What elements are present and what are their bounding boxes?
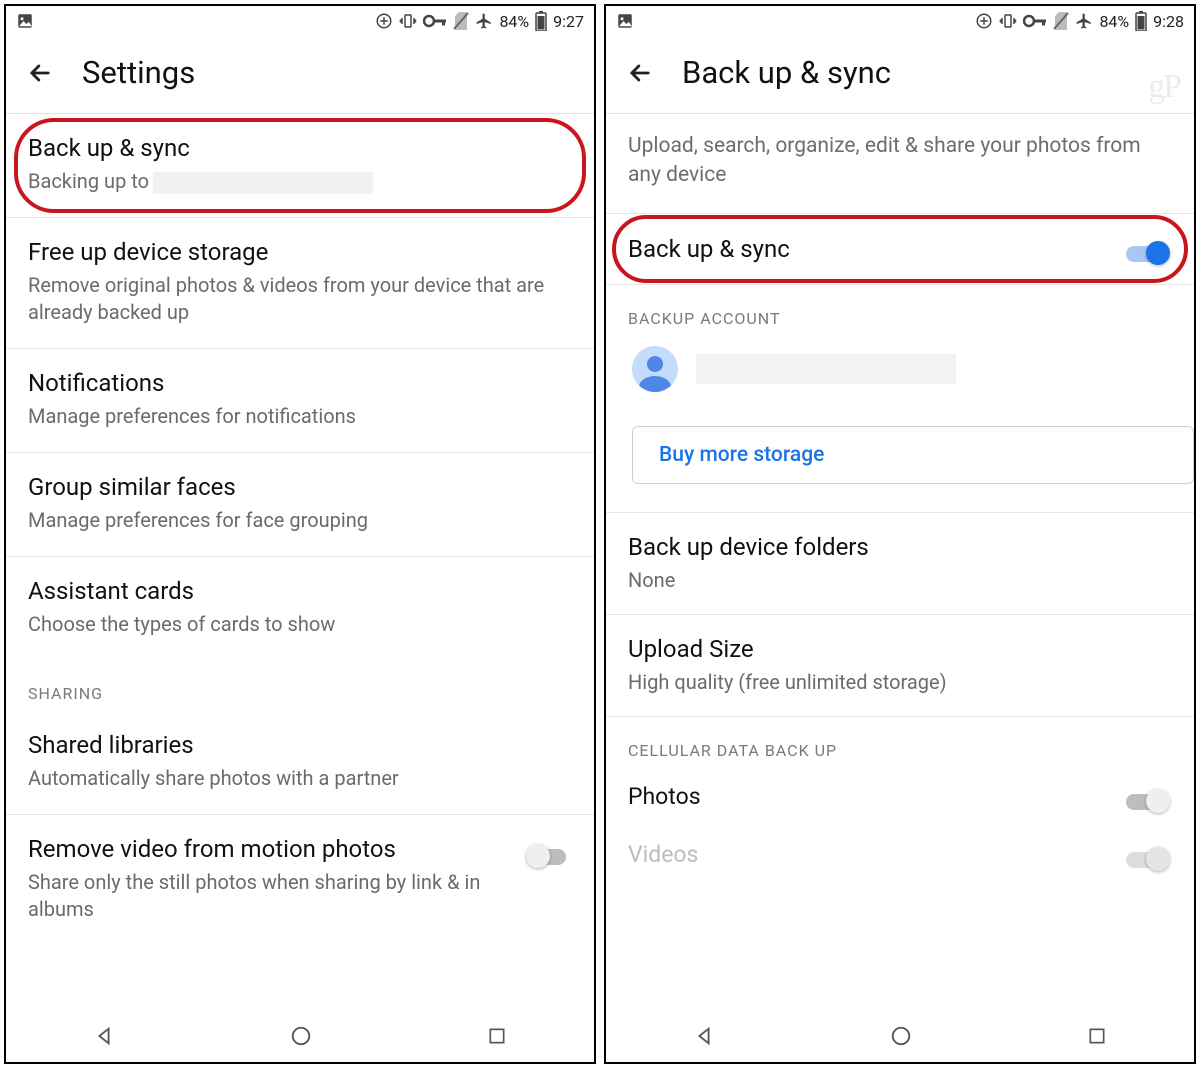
redacted-account (153, 172, 373, 194)
back-button[interactable] (626, 59, 654, 87)
row-title: Upload Size (628, 635, 1172, 663)
android-nav-bar (606, 1010, 1194, 1062)
battery-icon (535, 11, 547, 31)
backup-sync-toggle-row[interactable]: Back up & sync (606, 213, 1194, 285)
screenshot-right: gP 84% 9:28 Back up & sync Upload, searc… (604, 4, 1196, 1064)
status-bar: 84% 9:27 (6, 6, 594, 36)
item-title: Notifications (28, 369, 572, 397)
nav-home-icon[interactable] (890, 1025, 912, 1047)
vibrate-icon (999, 12, 1017, 30)
cellular-photos-toggle[interactable] (1126, 788, 1172, 814)
row-title: Back up device folders (628, 533, 1172, 561)
motion-photos-toggle[interactable] (526, 843, 572, 869)
vpn-key-icon (1023, 14, 1047, 28)
android-nav-bar (6, 1010, 594, 1062)
battery-icon (1135, 11, 1147, 31)
backup-folders-row[interactable]: Back up device folders None (606, 512, 1194, 614)
page-title: Settings (82, 54, 195, 91)
section-label-sharing: SHARING (6, 660, 594, 711)
row-title: Videos (628, 841, 698, 868)
settings-item-motion-photos[interactable]: Remove video from motion photos Share on… (6, 815, 594, 945)
item-title: Remove video from motion photos (28, 835, 510, 863)
item-subtitle: Choose the types of cards to show (28, 611, 572, 638)
nav-back-icon[interactable] (693, 1025, 715, 1047)
airplane-mode-icon (1075, 12, 1093, 30)
cellular-videos-row[interactable]: Videos (606, 826, 1194, 884)
data-saver-icon (375, 12, 393, 30)
item-subtitle: Share only the still photos when sharing… (28, 869, 510, 923)
toggle-label: Back up & sync (628, 235, 790, 263)
item-title: Group similar faces (28, 473, 572, 501)
cellular-videos-toggle[interactable] (1126, 846, 1172, 872)
item-title: Assistant cards (28, 577, 572, 605)
settings-item-shared-libraries[interactable]: Shared libraries Automatically share pho… (6, 711, 594, 815)
item-title: Free up device storage (28, 238, 572, 266)
annotation-highlight (14, 118, 586, 213)
section-label-cellular: CELLULAR DATA BACK UP (606, 717, 1194, 768)
item-subtitle: Manage preferences for face grouping (28, 507, 572, 534)
app-header: Back up & sync (606, 36, 1194, 113)
backup-sync-toggle[interactable] (1126, 240, 1172, 266)
no-sim-icon (1053, 12, 1069, 30)
item-title: Back up & sync (28, 134, 572, 162)
no-sim-icon (453, 12, 469, 30)
row-subtitle: High quality (free unlimited storage) (628, 669, 1172, 696)
nav-home-icon[interactable] (290, 1025, 312, 1047)
nav-recent-icon[interactable] (1087, 1026, 1107, 1046)
status-bar: 84% 9:28 (606, 6, 1194, 36)
app-header: Settings (6, 36, 594, 113)
clock-time: 9:28 (1153, 12, 1184, 31)
section-label-account: BACKUP ACCOUNT (606, 285, 1194, 336)
buy-more-storage-button[interactable]: Buy more storage (632, 426, 1194, 484)
redacted-account-name (696, 354, 956, 384)
settings-item-assistant-cards[interactable]: Assistant cards Choose the types of card… (6, 557, 594, 660)
nav-recent-icon[interactable] (487, 1026, 507, 1046)
nav-back-icon[interactable] (93, 1025, 115, 1047)
upload-size-row[interactable]: Upload Size High quality (free unlimited… (606, 614, 1194, 717)
page-title: Back up & sync (682, 54, 891, 91)
settings-item-backup-sync[interactable]: Back up & sync Backing up to (6, 114, 594, 218)
back-button[interactable] (26, 59, 54, 87)
backup-account-row[interactable] (606, 336, 1194, 416)
item-subtitle: Automatically share photos with a partne… (28, 765, 572, 792)
settings-item-notifications[interactable]: Notifications Manage preferences for not… (6, 349, 594, 453)
data-saver-icon (975, 12, 993, 30)
item-title: Shared libraries (28, 731, 572, 759)
row-title: Photos (628, 783, 701, 810)
page-description: Upload, search, organize, edit & share y… (606, 114, 1194, 213)
battery-percent: 84% (1099, 12, 1129, 31)
account-avatar-icon (632, 346, 678, 392)
item-subtitle: Backing up to (28, 168, 572, 195)
item-subtitle: Remove original photos & videos from you… (28, 272, 572, 326)
airplane-mode-icon (475, 12, 493, 30)
vibrate-icon (399, 12, 417, 30)
battery-percent: 84% (499, 12, 529, 31)
photos-app-icon (616, 12, 634, 30)
vpn-key-icon (423, 14, 447, 28)
item-subtitle: Manage preferences for notifications (28, 403, 572, 430)
settings-item-group-faces[interactable]: Group similar faces Manage preferences f… (6, 453, 594, 557)
clock-time: 9:27 (553, 12, 584, 31)
screenshot-left: 84% 9:27 Settings Back up & sync Backing… (4, 4, 596, 1064)
settings-item-free-storage[interactable]: Free up device storage Remove original p… (6, 218, 594, 349)
cellular-photos-row[interactable]: Photos (606, 768, 1194, 826)
photos-app-icon (16, 12, 34, 30)
row-subtitle: None (628, 567, 1172, 594)
